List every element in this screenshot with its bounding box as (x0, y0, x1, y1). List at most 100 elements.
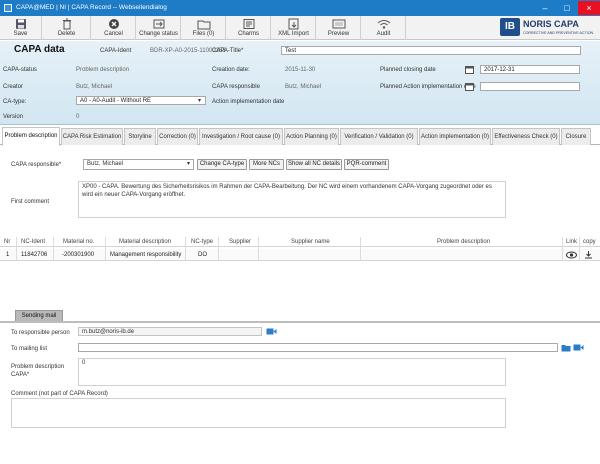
show-all-nc-details-button[interactable]: Show all NC details (286, 159, 342, 170)
ca-type-value: A0 - A0-Audit - Without RE (80, 98, 152, 104)
capa-responsible-value: Butz, Michael (285, 84, 322, 90)
capa-title-label: CAPA-Title* (212, 48, 244, 54)
change-ca-type-button[interactable]: Change CA-type (197, 159, 247, 170)
planned-closing-date-input[interactable]: 2017-12-31 (480, 65, 580, 74)
creation-date-label: Creation date: (212, 67, 250, 73)
send-mail-icon[interactable] (266, 327, 277, 336)
ca-type-select[interactable]: A0 - A0-Audit - Without RE (76, 96, 206, 105)
cancel-icon (108, 19, 119, 29)
capa-title-input[interactable]: Test (281, 46, 581, 55)
column-divider (562, 237, 563, 261)
creator-label: Creator (3, 84, 24, 90)
column-divider (360, 237, 361, 261)
capa-responsible-label: CAPA responsible (212, 84, 260, 90)
app-icon (4, 4, 12, 12)
to-responsible-input[interactable]: m.butz@noris-ib.de (78, 327, 262, 336)
change-status-button[interactable]: Change status (137, 16, 181, 40)
tab-closure[interactable]: Closure (561, 128, 591, 145)
action-impl-date-label: Action implementation date (212, 99, 285, 105)
tab-verification[interactable]: Verification / Validation (0) (340, 128, 418, 145)
tab-action-implementation[interactable]: Action implementation (0) (419, 128, 491, 145)
col-header-link: Link (566, 239, 578, 245)
preview-icon (332, 19, 345, 29)
to-responsible-label: To responsible person (11, 330, 70, 336)
sending-mail-tab[interactable]: Sending mail (15, 310, 63, 321)
col-header-nc-ident: NC-Ident (21, 239, 46, 245)
tab-action-planning[interactable]: Action Planning (0) (284, 128, 339, 145)
preview-button[interactable]: Preview (317, 16, 361, 40)
folder-icon[interactable] (561, 343, 571, 352)
comment-textarea[interactable] (11, 398, 506, 428)
company-logo-mark: IB (500, 18, 520, 36)
planned-action-date-label: Planned Action implementation date (380, 84, 476, 90)
cell-nc-ident: 11842706 (21, 252, 48, 258)
first-comment-textarea[interactable]: XP00 - CAPA. Bewertung des Sicherheitsri… (78, 181, 506, 218)
audit-button[interactable]: Audit (362, 16, 406, 40)
delete-button[interactable]: Delete (43, 16, 91, 40)
version-label: Version (3, 114, 24, 120)
column-divider (218, 237, 219, 261)
mailing-list-input[interactable] (78, 343, 558, 352)
tab-correction[interactable]: Correction (0) (157, 128, 198, 145)
planned-closing-label: Planned closing date (380, 67, 436, 73)
download-icon[interactable] (584, 250, 593, 259)
xml-import-icon (288, 18, 298, 30)
send-mail-icon[interactable] (573, 343, 584, 352)
column-divider (185, 237, 186, 261)
planned-action-date-input[interactable] (480, 82, 580, 91)
cell-material-no: -200301900 (62, 252, 95, 258)
problem-description-capa-label: Problem description CAPA* (11, 364, 65, 378)
folder-icon (197, 20, 210, 30)
wifi-icon (377, 20, 390, 29)
page-title: CAPA data (14, 44, 65, 55)
capa-status-value: Problem description (76, 67, 130, 73)
column-divider (258, 237, 259, 261)
charms-button[interactable]: Charms (227, 16, 271, 40)
charms-icon (243, 19, 254, 29)
eye-icon[interactable] (566, 251, 577, 259)
col-header-nr: Nr (4, 239, 11, 245)
pqr-comment-button[interactable]: PQR-comment (344, 159, 389, 170)
column-divider (105, 237, 106, 261)
calendar-icon[interactable] (465, 82, 474, 91)
col-header-copy: copy (583, 239, 596, 245)
capa-responsible-field-label: CAPA responsible* (11, 162, 62, 168)
tab-problem-description[interactable]: Problem description (2, 127, 60, 146)
col-header-supplier: Supplier (229, 239, 252, 245)
section-divider (0, 321, 600, 323)
capa-ident-label: CAPA-Ident (100, 48, 132, 54)
maximize-button[interactable]: □ (556, 1, 578, 15)
column-divider (16, 237, 17, 261)
product-logo-tagline: CORRECTIVE AND PREVENTIVE ACTION (523, 31, 594, 35)
change-status-icon (153, 19, 164, 29)
cell-nc-type: DO (198, 252, 207, 258)
capa-responsible-select[interactable]: Butz, Michael (83, 159, 194, 170)
save-button[interactable]: Save (0, 16, 42, 40)
first-comment-label: First comment (11, 199, 50, 205)
column-divider (579, 237, 580, 261)
calendar-icon[interactable] (465, 65, 474, 74)
xml-import-button[interactable]: XML Import (272, 16, 316, 40)
col-header-material-description: Material description (119, 239, 172, 245)
save-icon (15, 19, 26, 29)
chevron-down-icon: ▾ (198, 98, 202, 104)
mailing-list-label: To mailing list (11, 346, 48, 352)
minimize-button[interactable]: – (534, 1, 556, 15)
tab-investigation[interactable]: Investigation / Root cause (0) (199, 128, 283, 145)
tab-capa-risk-estimation[interactable]: CAPA Risk Estimation (61, 128, 123, 145)
col-header-problem-description: Problem description (437, 239, 491, 245)
creation-date-value: 2015-11-30 (285, 67, 316, 73)
close-window-button[interactable]: × (578, 1, 600, 15)
problem-description-capa-textarea[interactable]: 0 (78, 358, 506, 386)
cell-material-description: Management responsibility (110, 252, 182, 258)
cancel-button[interactable]: Cancel (92, 16, 136, 40)
files-button[interactable]: Files (0) (182, 16, 226, 40)
tab-effectiveness-check[interactable]: Effectiveness Check (0) (492, 128, 560, 145)
col-header-material-no: Material no. (63, 239, 95, 245)
trash-icon (62, 18, 71, 30)
tab-storyline[interactable]: Storyline (124, 128, 156, 145)
more-ncs-button[interactable]: More NCs (249, 159, 284, 170)
window-title: CAPA@MED | NI | CAPA Record -- Webseiten… (16, 4, 167, 11)
column-divider (53, 237, 54, 261)
col-header-supplier-name: Supplier name (291, 239, 330, 245)
